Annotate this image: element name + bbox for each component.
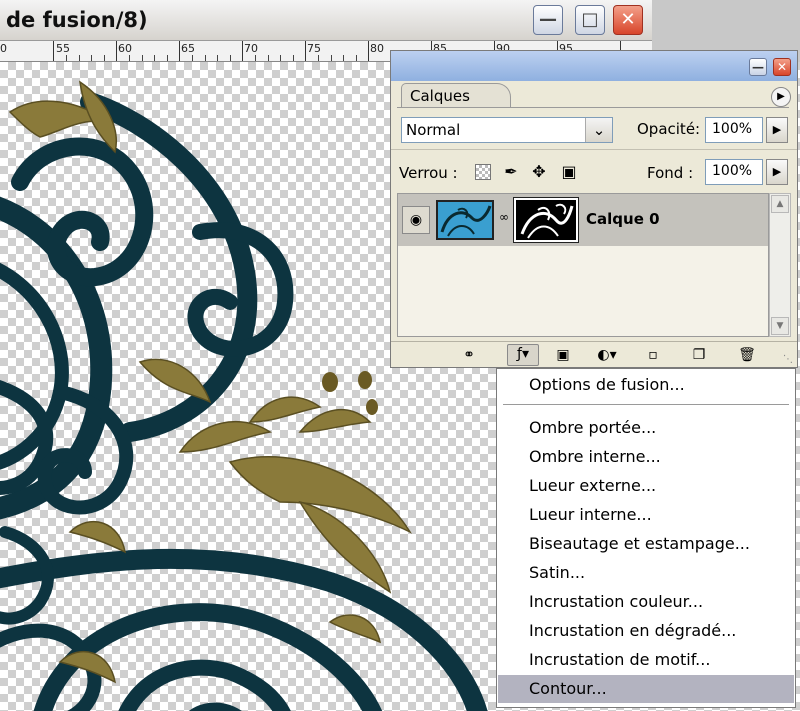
maximize-button[interactable]: □ <box>575 5 605 35</box>
blend-mode-select[interactable]: Normal ⌄ <box>401 117 613 143</box>
adjustment-layer-icon[interactable]: ◐▾ <box>595 346 619 364</box>
layer-thumbnail-art <box>440 205 492 237</box>
ruler-label: 55 <box>56 42 70 55</box>
chevron-down-icon[interactable]: ⌄ <box>585 118 612 142</box>
layer-style-fx-icon[interactable]: ƒ▾ <box>507 344 539 366</box>
add-mask-icon[interactable]: ▣ <box>551 346 575 364</box>
ruler-label: 60 <box>118 42 132 55</box>
menu-item-incrustation-couleur[interactable]: Incrustation couleur... <box>498 588 794 616</box>
ruler-label: 75 <box>307 42 321 55</box>
layer-name: Calque 0 <box>586 210 660 228</box>
scroll-down-icon[interactable]: ▼ <box>771 317 789 335</box>
blend-mode-value: Normal <box>406 121 461 139</box>
ruler-label: 65 <box>181 42 195 55</box>
lock-all-padlock-icon[interactable]: ▣ <box>559 162 579 182</box>
link-layers-icon[interactable]: ⚭ <box>457 346 481 364</box>
layer-row[interactable]: ◉ ∞ Calque 0 <box>398 194 768 246</box>
opacity-label: Opacité: <box>637 120 701 138</box>
opacity-input[interactable]: 100% <box>705 117 763 143</box>
tab-calques[interactable]: Calques <box>401 83 511 107</box>
new-group-folder-icon[interactable]: ▫ <box>641 346 665 364</box>
lock-image-pixels-brush-icon[interactable]: ✒ <box>501 162 521 182</box>
panel-close-button[interactable]: ✕ <box>773 58 791 76</box>
menu-item-lueur-interne[interactable]: Lueur interne... <box>498 501 794 529</box>
eye-visibility-icon[interactable]: ◉ <box>402 206 430 234</box>
lock-label: Verrou : <box>399 164 458 182</box>
minimize-button[interactable]: — <box>533 5 563 35</box>
layer-mask-thumbnail[interactable] <box>513 197 579 243</box>
menu-item-satin[interactable]: Satin... <box>498 559 794 587</box>
menu-item-ombre-interne[interactable]: Ombre interne... <box>498 443 794 471</box>
document-title-bar: de fusion/8) — □ ✕ <box>0 0 652 41</box>
panel-minimize-button[interactable]: — <box>749 58 767 76</box>
panel-menu-button[interactable]: ▶ <box>771 87 791 107</box>
close-button[interactable]: ✕ <box>613 5 643 35</box>
menu-item-contour[interactable]: Contour... <box>498 675 794 703</box>
resize-grip-icon[interactable]: ⋱ <box>783 354 795 366</box>
scroll-up-icon[interactable]: ▲ <box>771 195 789 213</box>
fill-slider-arrow-icon[interactable]: ▶ <box>766 159 788 185</box>
divider <box>397 107 789 108</box>
menu-item-incrustation-motif[interactable]: Incrustation de motif... <box>498 646 794 674</box>
document-title: de fusion/8) <box>6 8 148 32</box>
panel-title-bar[interactable]: — ✕ <box>391 51 797 81</box>
panel-bottom-toolbar: ⚭ ƒ▾ ▣ ◐▾ ▫ ❐ 🗑 ⋱ <box>391 341 797 368</box>
menu-item-biseautage-estampage[interactable]: Biseautage et estampage... <box>498 530 794 558</box>
chain-link-icon[interactable]: ∞ <box>498 210 510 230</box>
fill-input[interactable]: 100% <box>705 159 763 185</box>
ruler-label: 70 <box>244 42 258 55</box>
menu-item-ombre-portee[interactable]: Ombre portée... <box>498 414 794 442</box>
ruler-label: 0 <box>0 42 7 55</box>
layer-style-menu: Options de fusion... Ombre portée... Omb… <box>496 368 796 708</box>
lock-position-move-icon[interactable]: ✥ <box>529 162 549 182</box>
menu-separator <box>503 404 789 405</box>
menu-item-lueur-externe[interactable]: Lueur externe... <box>498 472 794 500</box>
layer-thumbnail[interactable] <box>436 200 494 240</box>
ruler-label: 80 <box>370 42 384 55</box>
layer-list-scrollbar[interactable]: ▲ ▼ <box>769 193 791 337</box>
menu-item-incrustation-degrade[interactable]: Incrustation en dégradé... <box>498 617 794 645</box>
fill-label: Fond : <box>647 164 694 182</box>
layers-panel: — ✕ Calques ▶ Normal ⌄ Opacité: 100% ▶ V… <box>390 50 798 368</box>
menu-item-options-de-fusion[interactable]: Options de fusion... <box>498 371 794 399</box>
mask-thumbnail-art <box>520 203 574 239</box>
opacity-slider-arrow-icon[interactable]: ▶ <box>766 117 788 143</box>
lock-transparent-pixels-icon[interactable] <box>475 164 491 180</box>
layer-list: ◉ ∞ Calque 0 <box>397 193 769 337</box>
new-layer-icon[interactable]: ❐ <box>687 346 711 364</box>
trash-icon[interactable]: 🗑 <box>735 346 759 364</box>
